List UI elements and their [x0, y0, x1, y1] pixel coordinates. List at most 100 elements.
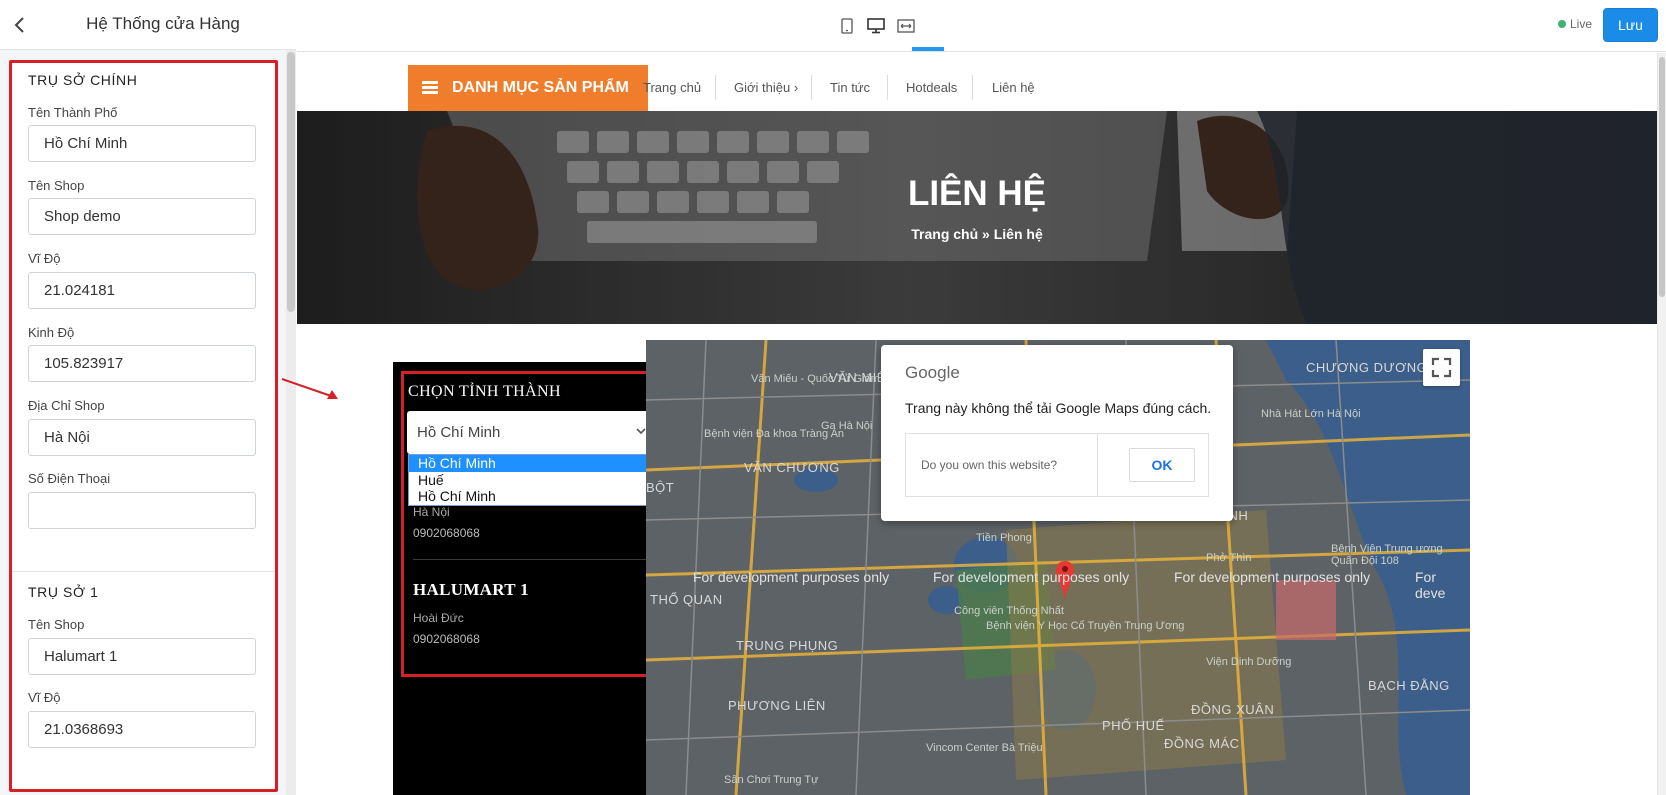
store-locator-panel: CHỌN TỈNH THÀNH Hồ Chí Minh Hồ Chí Minh … [393, 362, 675, 795]
map-district-label: VĂN CHƯƠNG [744, 460, 840, 475]
sidebar-header: Hệ Thống cửa Hàng [0, 0, 296, 50]
branch1-shop-name-input[interactable]: Halumart 1 [28, 638, 256, 675]
city-options-list: Hồ Chí Minh Huế Hồ Chí Minh [408, 454, 656, 506]
nav-about[interactable]: Giới thiệu › [734, 80, 798, 95]
live-status-dot [1558, 20, 1566, 28]
dev-watermark: For deve [1415, 569, 1446, 601]
store-phone[interactable]: 0902068068 [413, 526, 480, 540]
city-select-value: Hồ Chí Minh [417, 424, 501, 441]
main-office-section: TRỤ SỞ CHÍNH Tên Thành Phố Hồ Chí Minh T… [12, 60, 276, 580]
editor-topbar: Live Lưu [297, 0, 1666, 52]
store-name[interactable]: HALUMART 1 [413, 580, 529, 600]
preview-scrollbar[interactable] [1657, 53, 1666, 795]
city-option[interactable]: Hồ Chí Minh [409, 488, 655, 505]
map-poi-label: Nhà Hát Lớn Hà Nội [1261, 408, 1361, 420]
sidebar-title: Hệ Thống cửa Hàng [86, 14, 240, 33]
city-select[interactable]: Hồ Chí Minh [407, 411, 657, 454]
breadcrumb: Trang chủ » Liên hệ [911, 226, 1043, 242]
map-district-label: PHỐ HUẾ [1102, 718, 1165, 733]
shop-name-input[interactable]: Shop demo [28, 198, 256, 235]
dev-watermark: For development purposes only [933, 569, 1130, 585]
nav-news[interactable]: Tin tức [830, 80, 870, 95]
preview-scroll-thumb[interactable] [1659, 57, 1665, 297]
section-title: TRỤ SỞ 1 [28, 584, 99, 600]
city-option[interactable]: Hồ Chí Minh [409, 455, 655, 472]
back-chevron-icon[interactable] [10, 14, 30, 36]
map-district-label: ĐỒNG MÁC [1164, 736, 1240, 751]
phone-input[interactable] [28, 492, 256, 529]
city-name-input[interactable]: Hồ Chí Minh [28, 125, 256, 162]
map-poi-label: Bệnh viện Y Học Cổ Truyền Trung Ương [986, 620, 1185, 632]
dev-watermark: For development purposes only [693, 569, 890, 585]
category-button-label: DANH MỤC SẢN PHẨM [452, 79, 629, 96]
section-title: TRỤ SỞ CHÍNH [28, 72, 138, 88]
map-poi-label: Tiền Phong [976, 532, 1032, 544]
store-address: Hà Nội [413, 505, 450, 519]
field-label-latitude: Vĩ Độ [28, 251, 61, 266]
nav-divider [887, 75, 888, 100]
field-label-shop: Tên Shop [28, 178, 85, 193]
maps-error-dialog: Google Trang này không thể tải Google Ma… [881, 345, 1233, 521]
map-district-label: ĐỒNG XUÂN [1191, 702, 1275, 717]
nav-contact[interactable]: Liên hệ [992, 80, 1035, 95]
map-poi-label: Văn Miếu - Quốc Tử Giám [751, 373, 880, 385]
mobile-icon[interactable] [833, 13, 861, 39]
branch1-latitude-input[interactable]: 21.0368693 [28, 711, 256, 748]
latitude-input[interactable]: 21.024181 [28, 272, 256, 309]
branch1-section: TRỤ SỞ 1 Tên Shop Halumart 1 Vĩ Độ 21.03… [12, 571, 276, 792]
store-phone[interactable]: 0902068068 [413, 632, 480, 646]
field-label-phone: Số Điện Thoại [28, 471, 111, 486]
nav-hotdeals[interactable]: Hotdeals [906, 80, 957, 95]
sidebar-scroll-thumb[interactable] [287, 52, 295, 312]
fullwidth-icon[interactable] [892, 13, 920, 39]
field-label-address: Địa Chỉ Shop [28, 398, 105, 413]
save-button[interactable]: Lưu [1603, 8, 1658, 42]
map-district-label: TRUNG PHỤNG [736, 638, 839, 653]
field-label-shop: Tên Shop [28, 617, 85, 632]
nav-divider [811, 75, 812, 100]
map-poi-label: Bệnh Viện Trung ương Quân Đội 108 [1331, 543, 1443, 567]
ownership-question: Do you own this website? [921, 458, 1058, 472]
sidebar-scrollbar[interactable] [286, 50, 296, 795]
nav-divider [972, 75, 973, 100]
category-menu-button[interactable]: DANH MỤC SẢN PHẨM [408, 65, 648, 111]
map-poi-label: Sân Chơi Trung Tự [724, 774, 819, 786]
store-address: Hoài Đức [413, 611, 464, 625]
store-divider [413, 559, 651, 560]
google-logo: Google [905, 363, 960, 382]
settings-sidebar: Hệ Thống cửa Hàng TRỤ SỞ CHÍNH Tên Thành… [0, 0, 296, 795]
ownership-divider [1097, 434, 1098, 496]
nav-divider [715, 75, 716, 100]
hero-banner: LIÊN HỆ Trang chủ » Liên hệ [297, 111, 1657, 324]
site-preview: DANH MỤC SẢN PHẨM Trang chủ Giới thiệu ›… [297, 53, 1666, 795]
desktop-icon[interactable] [862, 13, 890, 39]
ownership-box: Do you own this website? OK [905, 433, 1209, 497]
field-label-city: Tên Thành Phố [28, 105, 118, 120]
dev-watermark: For development purposes only [1174, 569, 1371, 585]
map-poi-label: Viện Dinh Dưỡng [1206, 656, 1292, 668]
nav-home[interactable]: Trang chủ [643, 80, 701, 95]
google-map[interactable]: VĂN MIẾU VĂN CHƯƠNG BỘT THỔ QUAN TRUNG P… [646, 340, 1470, 795]
map-district-label: CHƯƠNG DƯƠNG [1306, 360, 1428, 375]
maps-error-message: Trang này không thể tải Google Maps đúng… [905, 400, 1212, 416]
map-poi-label: Công viên Thống Nhất [954, 605, 1064, 617]
page-title: LIÊN HỆ [907, 174, 1047, 213]
fullscreen-icon[interactable] [1423, 349, 1460, 386]
field-label-longitude: Kinh Độ [28, 325, 75, 340]
map-poi-label: Phở Thìn [1206, 552, 1252, 564]
hero-background-image [297, 111, 1657, 324]
address-input[interactable]: Hà Nội [28, 419, 256, 456]
ok-button[interactable]: OK [1129, 448, 1195, 482]
choose-province-title: CHỌN TỈNH THÀNH [408, 383, 561, 400]
field-label-latitude: Vĩ Độ [28, 690, 61, 705]
map-district-label: BẠCH ĐẰNG [1368, 678, 1450, 693]
map-poi-label: Vincom Center Bà Triệu [926, 742, 1043, 754]
city-option[interactable]: Huế [409, 472, 655, 489]
live-label[interactable]: Live [1570, 17, 1592, 31]
longitude-input[interactable]: 105.823917 [28, 345, 256, 382]
map-district-label: PHƯƠNG LIÊN [728, 698, 826, 713]
annotation-arrow [281, 378, 338, 399]
map-district-label: BỘT [646, 480, 675, 495]
active-device-indicator [912, 47, 944, 51]
map-poi-label: Ga Hà Nội [821, 420, 873, 432]
